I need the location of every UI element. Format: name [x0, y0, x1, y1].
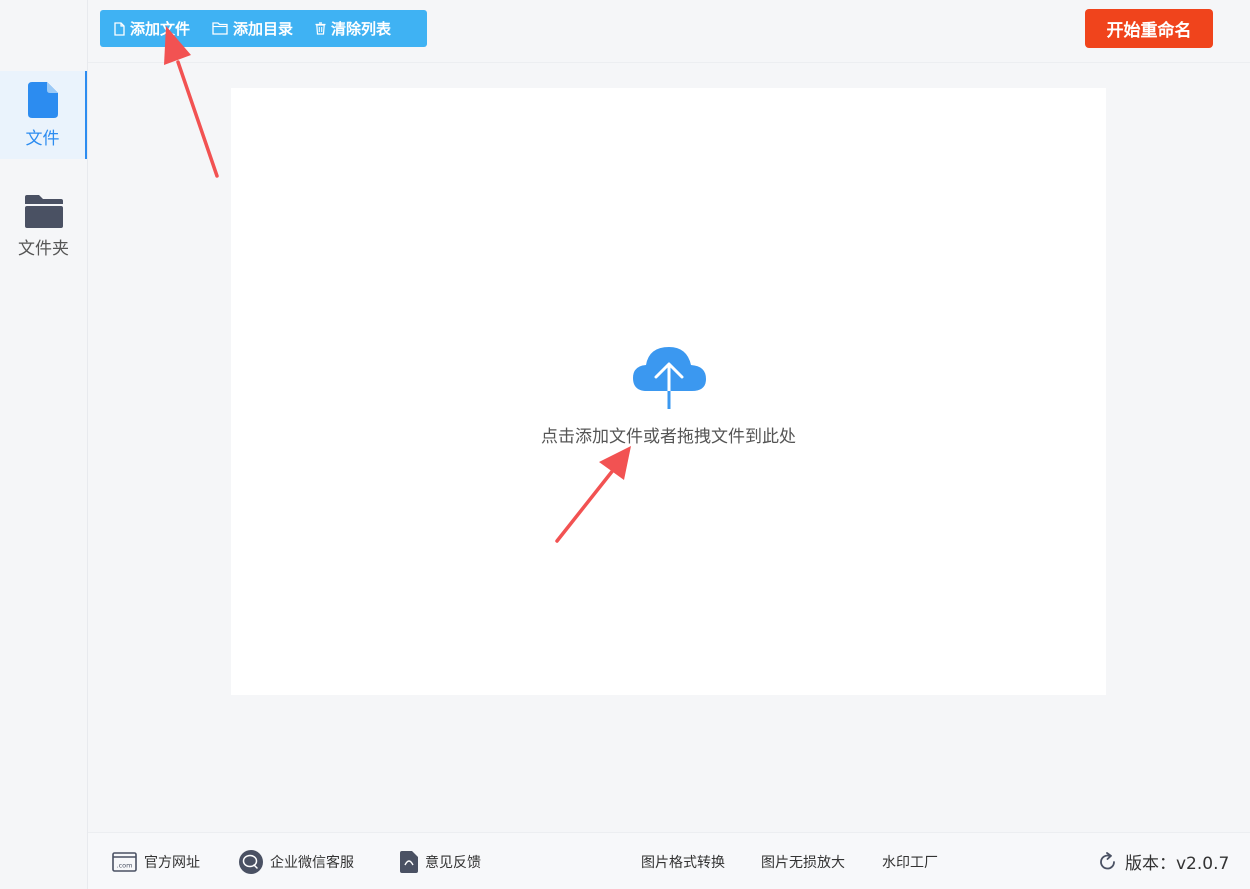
wechat-service-label: 企业微信客服 — [270, 854, 354, 871]
sidebar: 文件 文件夹 — [0, 0, 88, 889]
clear-list-button[interactable]: 清除列表 — [315, 18, 391, 39]
svg-text:.com: .com — [117, 861, 133, 869]
drop-zone-hint: 点击添加文件或者拖拽文件到此处 — [541, 427, 796, 447]
website-link[interactable]: .com 官方网址 — [112, 833, 200, 889]
feedback-link[interactable]: 意见反馈 — [400, 833, 481, 889]
folder-outline-icon — [212, 22, 228, 35]
website-icon: .com — [112, 851, 137, 872]
watermark-factory-link[interactable]: 水印工厂 — [882, 833, 938, 889]
add-file-label: 添加文件 — [130, 20, 191, 38]
refresh-icon[interactable] — [1098, 851, 1118, 872]
folder-icon — [24, 195, 63, 228]
file-icon — [27, 81, 58, 118]
arrow-to-add-file — [164, 26, 219, 178]
wechat-service-link[interactable]: 企业微信客服 — [239, 833, 354, 889]
format-convert-link[interactable]: 图片格式转换 — [641, 833, 725, 889]
format-convert-label: 图片格式转换 — [641, 854, 725, 871]
toolbar: 添加文件 添加目录 清除列表 — [100, 10, 427, 47]
website-label: 官方网址 — [144, 854, 200, 871]
lossless-upscale-link[interactable]: 图片无损放大 — [761, 833, 845, 889]
sidebar-item-label: 文件 — [25, 128, 60, 149]
wechat-icon — [239, 849, 263, 874]
watermark-factory-label: 水印工厂 — [882, 854, 938, 871]
file-outline-icon — [114, 21, 125, 36]
file-drop-zone[interactable]: 点击添加文件或者拖拽文件到此处 — [231, 88, 1106, 695]
lossless-upscale-label: 图片无损放大 — [761, 854, 845, 871]
add-file-button[interactable]: 添加文件 — [114, 18, 190, 39]
feedback-label: 意见反馈 — [425, 854, 481, 871]
start-rename-button[interactable]: 开始重命名 — [1085, 9, 1213, 48]
sidebar-item-folder[interactable]: 文件夹 — [0, 183, 87, 271]
add-directory-button[interactable]: 添加目录 — [212, 18, 293, 39]
sidebar-item-file[interactable]: 文件 — [0, 71, 87, 159]
sidebar-item-label: 文件夹 — [18, 239, 69, 259]
toolbar-divider — [88, 62, 1250, 63]
feedback-icon — [400, 850, 418, 873]
footer: .com 官方网址 企业微信客服 意见反馈 图片格式转换 图片无损放大 水印工厂… — [88, 832, 1250, 889]
version-info: 版本：v2.0.7 — [1098, 833, 1229, 889]
version-label: 版本：v2.0.7 — [1125, 854, 1230, 874]
trash-icon — [315, 22, 326, 35]
cloud-upload-icon — [633, 347, 706, 409]
clear-list-label: 清除列表 — [331, 20, 392, 38]
add-directory-label: 添加目录 — [233, 20, 294, 38]
